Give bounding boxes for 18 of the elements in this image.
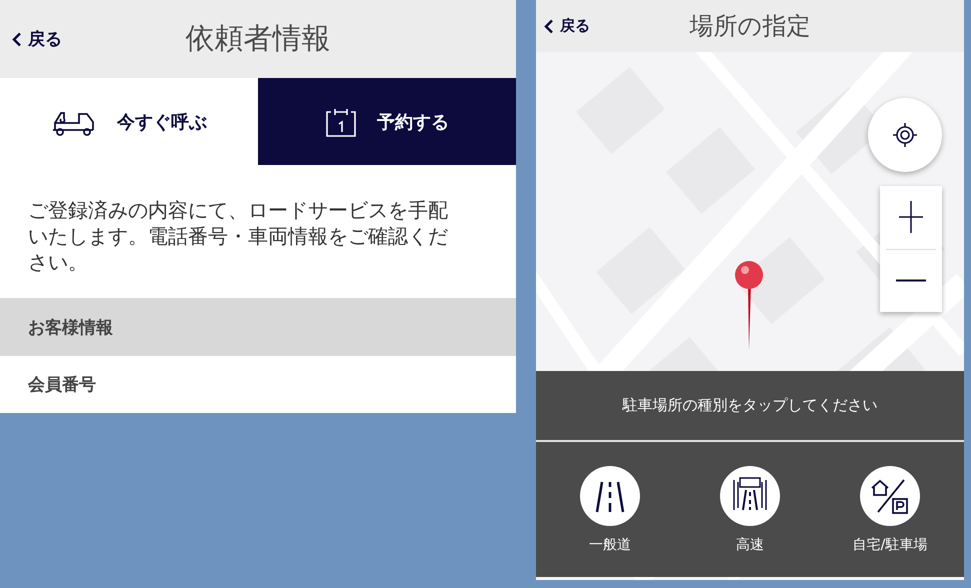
chevron-left-icon <box>544 19 554 33</box>
back-button[interactable]: 戻る <box>544 16 590 36</box>
road-type-icon <box>580 466 640 526</box>
chevron-left-icon <box>12 32 22 46</box>
parking-type-button[interactable]: 自宅/駐車場 <box>825 464 955 554</box>
highway-type-icon <box>720 466 780 526</box>
instruction-text: 駐車場所の種別をタップしてください <box>536 371 964 442</box>
screen-title: 依頼者情報 <box>186 20 330 57</box>
parking-type-button[interactable]: 一般道 <box>545 464 675 554</box>
info-message: ご登録済みの内容にて、ロードサービスを手配いたします。電話番号・車両情報をご確認ください。 <box>27 197 449 276</box>
crosshair-icon <box>892 122 918 148</box>
section-header: お客様情報 <box>0 298 516 356</box>
back-button[interactable]: 戻る <box>12 28 62 50</box>
field-label: 会員番号 <box>26 374 97 397</box>
parking-type-button[interactable]: 高速 <box>685 464 815 554</box>
home-type-icon <box>860 466 920 526</box>
tab[interactable]: 予約する <box>258 78 516 165</box>
screen-title: 場所の指定 <box>690 11 810 42</box>
